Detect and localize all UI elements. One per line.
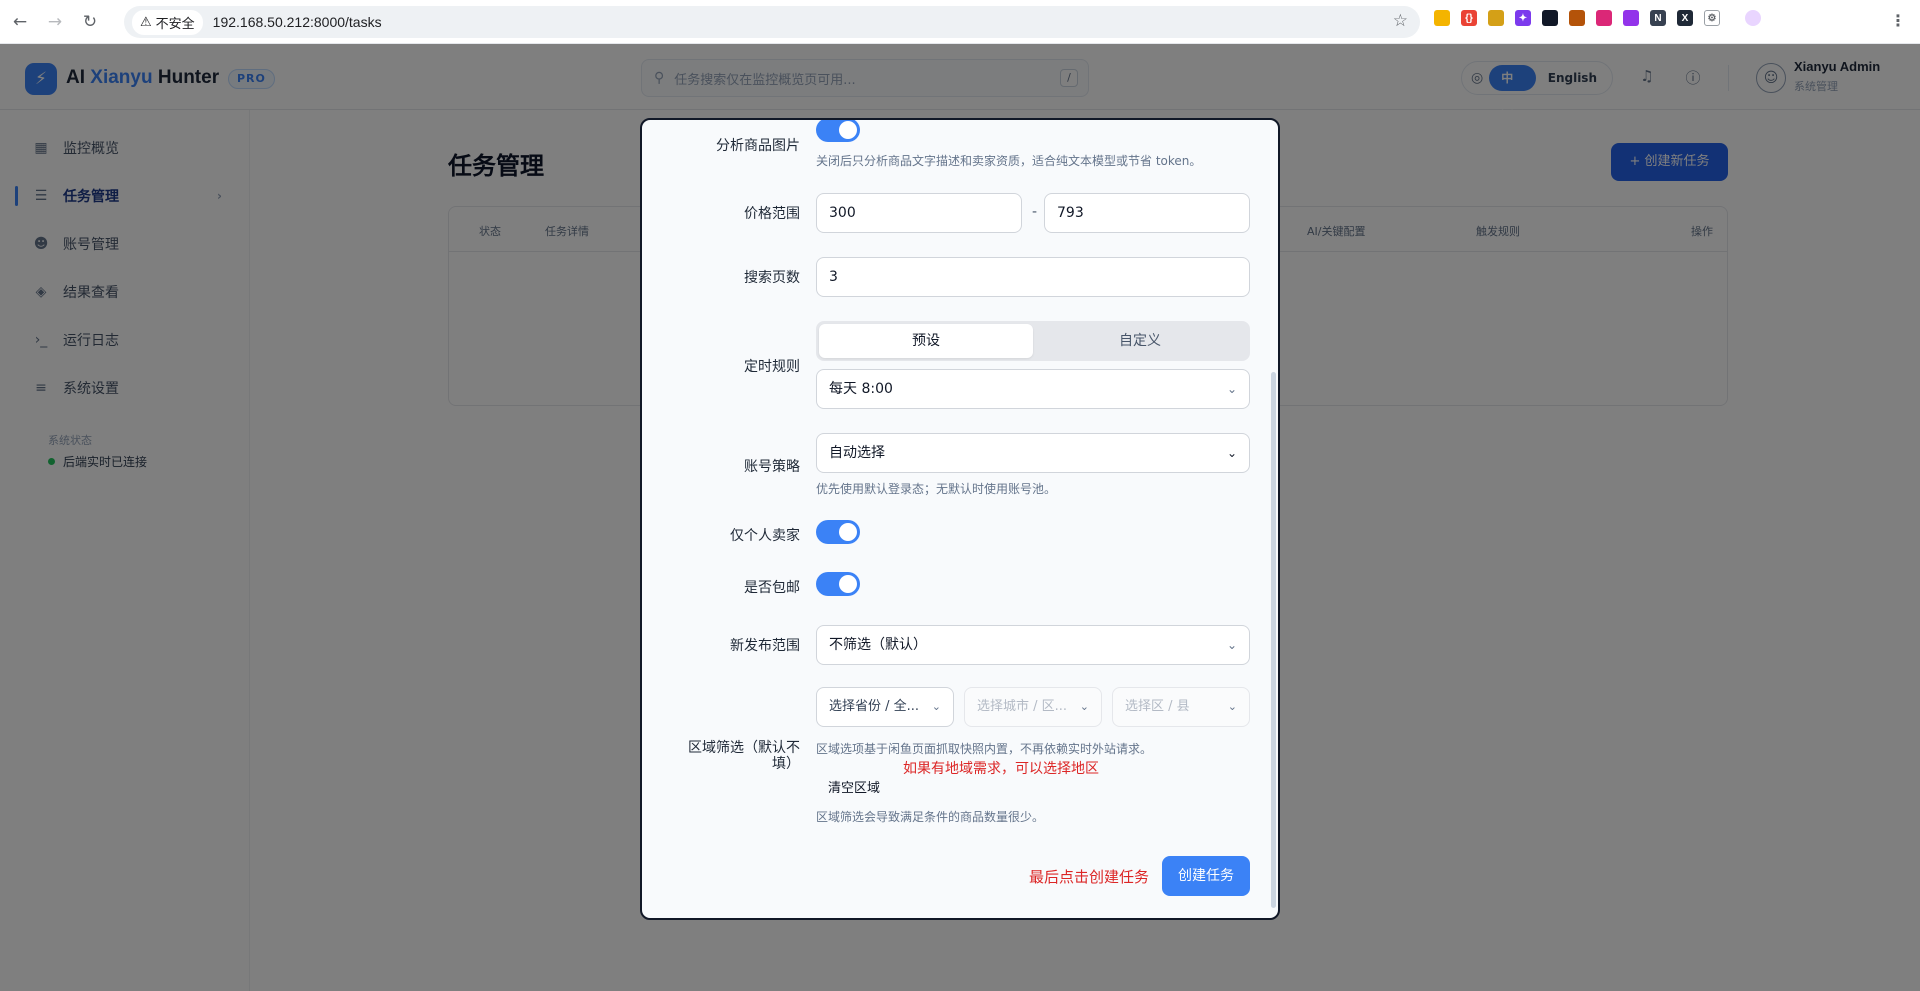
schedule-value: 每天 8:00: [829, 381, 893, 397]
security-chip[interactable]: ⚠ 不安全: [132, 9, 203, 35]
browser-toolbar: ← → ↻ ⚠ 不安全 192.168.50.212:8000/tasks ☆ …: [0, 0, 1920, 44]
free-shipping-label: 是否包邮: [744, 580, 800, 596]
price-range-label: 价格范围: [744, 206, 800, 222]
modal-scrollbar[interactable]: [1271, 372, 1276, 908]
chevron-down-icon: ⌄: [1227, 700, 1237, 713]
city-select[interactable]: 选择城市 / 区... ⌄: [964, 687, 1102, 727]
extensions-puzzle-icon[interactable]: ⚙: [1704, 10, 1720, 26]
district-select[interactable]: 选择区 / 县 ⌄: [1112, 687, 1250, 727]
extension-8-icon[interactable]: [1623, 10, 1639, 26]
region-annotation: 如果有地域需求，可以选择地区: [903, 761, 1099, 777]
forward-icon[interactable]: →: [40, 7, 70, 37]
create-task-modal: 分析商品图片 关闭后只分析商品文字描述和卖家资质，适合纯文本模型或节省 toke…: [640, 118, 1280, 920]
create-task-submit-button[interactable]: 创建任务: [1162, 856, 1250, 896]
analyze-images-hint: 关闭后只分析商品文字描述和卖家资质，适合纯文本模型或节省 token。: [816, 154, 1202, 168]
schedule-mode-custom[interactable]: 自定义: [1033, 324, 1247, 358]
extension-5-icon[interactable]: [1542, 10, 1558, 26]
region-source-hint: 区域选项基于闲鱼页面抓取快照内置，不再依赖实时外站请求。: [816, 742, 1153, 756]
reload-icon[interactable]: ↻: [75, 7, 105, 37]
schedule-select[interactable]: 每天 8:00 ⌄: [816, 369, 1250, 409]
price-range-separator: -: [1032, 204, 1038, 220]
warning-icon: ⚠: [140, 14, 152, 30]
clear-region-button[interactable]: 清空区域: [828, 777, 880, 796]
account-strategy-hint: 优先使用默认登录态；无默认时使用账号池。: [816, 482, 1057, 496]
account-strategy-label: 账号策略: [744, 459, 800, 475]
url-text[interactable]: 192.168.50.212:8000/tasks: [213, 14, 382, 30]
new-publish-label: 新发布范围: [730, 638, 800, 654]
address-bar[interactable]: ⚠ 不安全 192.168.50.212:8000/tasks ☆: [124, 6, 1420, 38]
security-label: 不安全: [155, 16, 195, 32]
new-publish-select[interactable]: 不筛选（默认） ⌄: [816, 625, 1250, 665]
search-pages-label: 搜索页数: [744, 270, 800, 286]
personal-seller-toggle[interactable]: [816, 520, 860, 544]
schedule-mode-segmented: 预设 自定义: [816, 321, 1250, 361]
extension-4-icon[interactable]: ✦: [1515, 10, 1531, 26]
district-placeholder: 选择区 / 县: [1125, 699, 1190, 714]
schedule-mode-preset[interactable]: 预设: [819, 324, 1033, 358]
province-placeholder: 选择省份 / 全...: [829, 699, 920, 714]
chevron-down-icon: ⌄: [1226, 446, 1237, 460]
province-select[interactable]: 选择省份 / 全... ⌄: [816, 687, 954, 727]
extension-7-icon[interactable]: [1596, 10, 1612, 26]
city-placeholder: 选择城市 / 区...: [977, 699, 1068, 714]
region-warning-hint: 区域筛选会导致满足条件的商品数量很少。: [816, 810, 1045, 824]
analyze-images-toggle[interactable]: [816, 120, 860, 142]
price-min-input[interactable]: 300: [816, 193, 1022, 233]
analyze-images-label: 分析商品图片: [716, 138, 800, 154]
extension-3-icon[interactable]: [1488, 10, 1504, 26]
extension-2-icon[interactable]: {}: [1461, 10, 1477, 26]
personal-seller-label: 仅个人卖家: [730, 528, 800, 544]
extension-6-icon[interactable]: [1569, 10, 1585, 26]
extension-x-icon[interactable]: X: [1677, 10, 1693, 26]
extension-notion-icon[interactable]: N: [1650, 10, 1666, 26]
price-max-input[interactable]: 793: [1044, 193, 1250, 233]
region-filter-label: 区域筛选（默认不填）: [688, 740, 800, 772]
chevron-down-icon: ⌄: [931, 700, 941, 713]
chevron-down-icon: ⌄: [1226, 638, 1237, 652]
account-strategy-value: 自动选择: [829, 445, 885, 461]
free-shipping-toggle[interactable]: [816, 572, 860, 596]
submit-annotation: 最后点击创建任务: [1029, 868, 1150, 886]
account-strategy-select[interactable]: 自动选择 ⌄: [816, 433, 1250, 473]
chevron-down-icon: ⌄: [1079, 700, 1089, 713]
chevron-down-icon: ⌄: [1226, 382, 1237, 396]
search-pages-input[interactable]: 3: [816, 257, 1250, 297]
schedule-label: 定时规则: [744, 359, 800, 375]
profile-avatar-icon[interactable]: [1745, 10, 1761, 26]
extensions-area: {} ✦ N X ⚙: [1434, 10, 1761, 26]
new-publish-value: 不筛选（默认）: [829, 637, 927, 653]
browser-menu-icon[interactable]: ⋮: [1890, 11, 1906, 30]
bookmark-star-icon[interactable]: ☆: [1393, 11, 1408, 31]
back-icon[interactable]: ←: [5, 7, 35, 37]
extension-1-icon[interactable]: [1434, 10, 1450, 26]
